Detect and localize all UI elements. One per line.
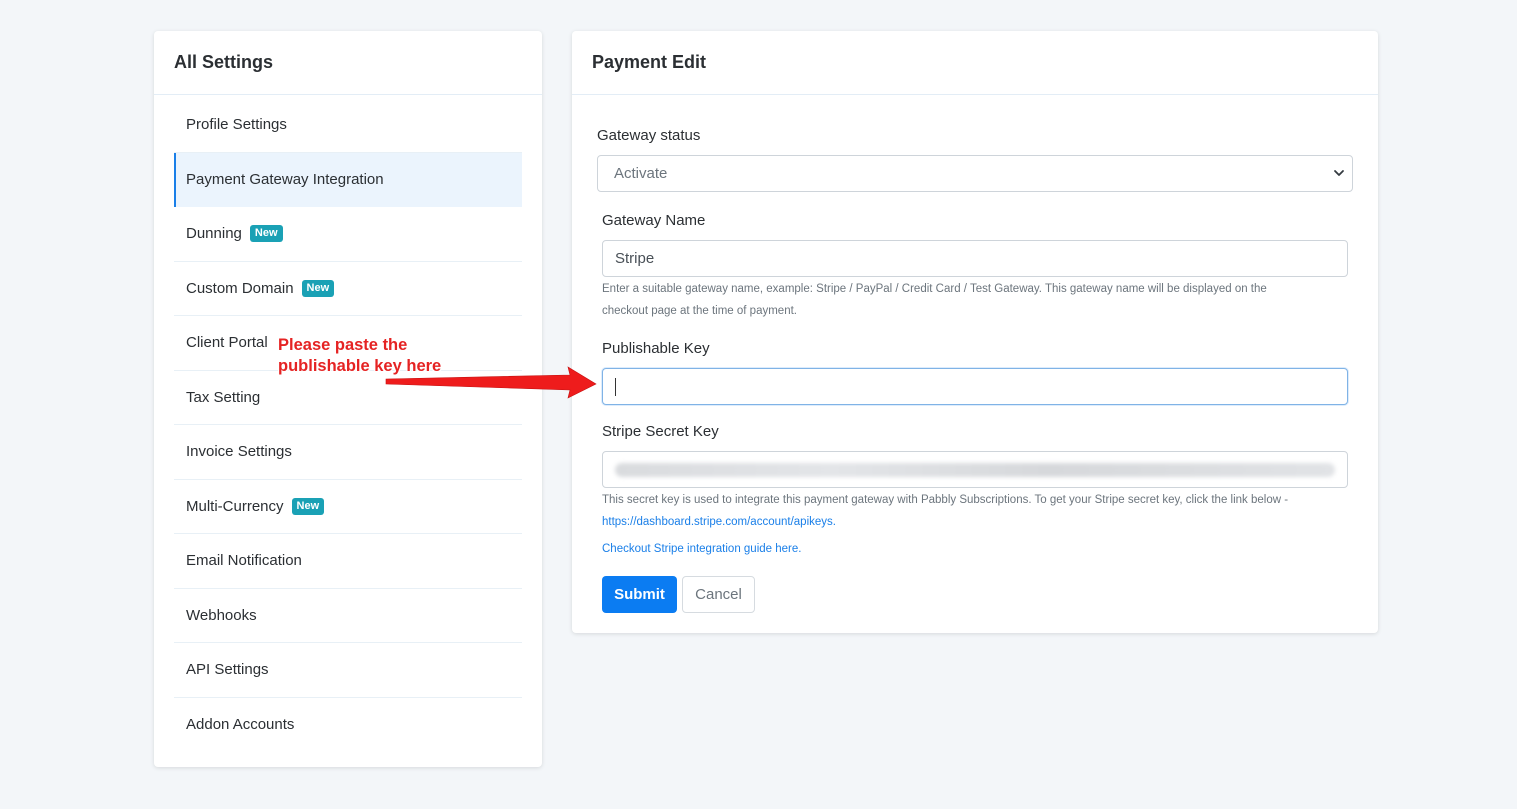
submit-button[interactable]: Submit bbox=[602, 576, 677, 613]
sidebar-item-addon-accounts[interactable]: Addon Accounts bbox=[174, 698, 522, 753]
gateway-status-label: Gateway status bbox=[597, 127, 701, 144]
settings-menu: Profile Settings Payment Gateway Integra… bbox=[174, 98, 522, 752]
secret-key-label: Stripe Secret Key bbox=[602, 423, 719, 440]
sidebar-item-api-settings[interactable]: API Settings bbox=[174, 643, 522, 698]
sidebar-item-label: Payment Gateway Integration bbox=[186, 171, 384, 189]
gateway-name-input[interactable]: Stripe bbox=[602, 240, 1348, 277]
new-badge: New bbox=[301, 279, 335, 297]
gateway-name-help: Enter a suitable gateway name, example: … bbox=[602, 278, 1348, 322]
publishable-key-label: Publishable Key bbox=[602, 340, 710, 357]
gateway-name-value: Stripe bbox=[615, 250, 655, 267]
sidebar-item-label: API Settings bbox=[186, 661, 269, 679]
sidebar-item-label: Invoice Settings bbox=[186, 443, 292, 461]
sidebar-item-dunning[interactable]: Dunning New bbox=[174, 207, 522, 262]
gateway-name-label: Gateway Name bbox=[602, 212, 706, 229]
sidebar-item-email-notification[interactable]: Email Notification bbox=[174, 534, 522, 589]
stripe-apikeys-link[interactable]: https://dashboard.stripe.com/account/api… bbox=[602, 516, 836, 528]
new-badge: New bbox=[291, 497, 325, 515]
publishable-key-input[interactable] bbox=[602, 368, 1348, 405]
gateway-name-help-line2: checkout page at the time of payment. bbox=[602, 305, 797, 317]
sidebar-item-payment-gateway-integration[interactable]: Payment Gateway Integration bbox=[174, 152, 522, 207]
sidebar-item-profile-settings[interactable]: Profile Settings bbox=[174, 98, 522, 153]
secret-key-input[interactable] bbox=[602, 451, 1348, 488]
annotation-arrow-icon bbox=[385, 366, 597, 399]
blurred-secret-key bbox=[615, 462, 1335, 477]
sidebar-item-multi-currency[interactable]: Multi-Currency New bbox=[174, 480, 522, 534]
annotation-line1: Please paste the bbox=[278, 336, 408, 354]
sidebar-item-invoice-settings[interactable]: Invoice Settings bbox=[174, 425, 522, 480]
guide-link-row: Checkout Stripe integration guide here. bbox=[602, 538, 801, 560]
text-cursor bbox=[615, 377, 616, 396]
gateway-status-value: Activate bbox=[614, 165, 668, 182]
gateway-status-select[interactable]: Activate bbox=[597, 155, 1353, 192]
sidebar-item-label: Tax Setting bbox=[186, 388, 261, 406]
sidebar-title: All Settings bbox=[154, 31, 542, 95]
new-badge: New bbox=[249, 225, 283, 243]
sidebar-item-label: Email Notification bbox=[186, 552, 302, 570]
cancel-button[interactable]: Cancel bbox=[682, 576, 755, 613]
page-title: Payment Edit bbox=[572, 31, 1378, 95]
sidebar-item-label: Multi-Currency bbox=[186, 497, 284, 515]
chevron-down-icon bbox=[1334, 170, 1344, 176]
sidebar-item-label: Client Portal bbox=[186, 334, 268, 352]
sidebar-item-custom-domain[interactable]: Custom Domain New bbox=[174, 262, 522, 316]
secret-key-help-line1: This secret key is used to integrate thi… bbox=[602, 494, 1289, 506]
gateway-name-help-line1: Enter a suitable gateway name, example: … bbox=[602, 283, 1267, 295]
sidebar-item-label: Dunning bbox=[186, 225, 242, 243]
payment-edit-card: Payment Edit Gateway status Activate Gat… bbox=[572, 31, 1378, 633]
stripe-guide-link[interactable]: Checkout Stripe integration guide here. bbox=[602, 543, 801, 555]
sidebar-item-label: Custom Domain bbox=[186, 279, 294, 297]
sidebar-item-label: Addon Accounts bbox=[186, 716, 295, 734]
sidebar-item-webhooks[interactable]: Webhooks bbox=[174, 589, 522, 643]
sidebar-item-label: Webhooks bbox=[186, 606, 257, 624]
secret-key-help: This secret key is used to integrate thi… bbox=[602, 489, 1348, 533]
sidebar-item-label: Profile Settings bbox=[186, 116, 287, 134]
